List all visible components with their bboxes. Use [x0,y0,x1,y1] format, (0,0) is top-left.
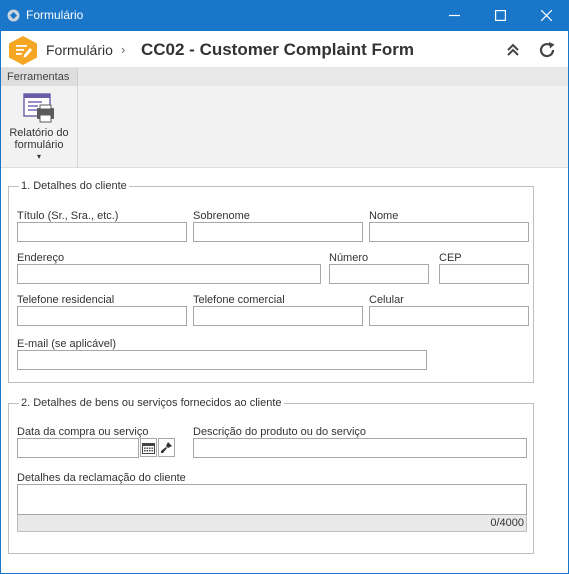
calendar-icon [142,442,155,454]
eraser-brush-icon [161,442,172,453]
maximize-icon [494,10,506,21]
page-title: CC02 - Customer Complaint Form [141,40,414,59]
app-icon [7,9,20,22]
purchase-date-input[interactable] [17,438,139,458]
refresh-icon [539,42,555,58]
zip-label: CEP [439,252,462,264]
title-label: Título (Sr., Sra., etc.) [17,210,119,222]
email-input[interactable] [17,350,427,370]
email-label: E-mail (se aplicável) [17,338,117,350]
form-report-icon [23,93,54,123]
address-input[interactable] [17,264,321,284]
home-phone-input[interactable] [17,306,187,326]
number-label: Número [329,252,369,264]
window-titlebar: Formulário [0,0,569,31]
product-description-label: Descrição do produto ou do serviço [193,426,367,438]
collapse-button[interactable] [502,39,524,61]
mobile-input[interactable] [369,306,529,326]
zip-input[interactable] [439,264,529,284]
mobile-label: Celular [369,294,404,306]
form-header: Formulário › CC02 - Customer Complaint F… [0,31,569,68]
minimize-icon [448,14,460,17]
toolbar-strip: Ferramentas [0,68,569,86]
window-title: Formulário [26,8,84,22]
name-label: Nome [369,210,399,222]
section-2-legend: 2. Detalhes de bens ou serviços fornecid… [19,397,284,409]
tab-ferramentas[interactable]: Ferramentas [0,68,78,86]
surname-label: Sobrenome [193,210,250,222]
refresh-button[interactable] [536,39,558,61]
surname-input[interactable] [193,222,363,242]
complaint-details-textarea[interactable] [17,484,527,515]
complaint-details-label: Detalhes da reclamação do cliente [17,472,186,484]
close-icon [540,10,552,21]
character-counter-bar: 0/4000 [17,515,527,532]
work-phone-label: Telefone comercial [193,294,285,306]
address-label: Endereço [17,252,65,264]
purchase-date-label: Data da compra ou serviço [17,426,149,438]
close-button[interactable] [523,0,569,31]
work-phone-input[interactable] [193,306,363,326]
clear-date-button[interactable] [158,438,175,457]
chevron-down-icon: ▾ [36,152,41,161]
calendar-button[interactable] [140,438,157,457]
breadcrumb-separator: › [121,42,126,57]
home-phone-label: Telefone residencial [17,294,115,306]
ribbon: Relatório do formulário ▾ [0,86,569,168]
form-hex-icon [9,36,37,65]
form-report-label-1: Relatório do [9,127,69,139]
form-report-button[interactable]: Relatório do formulário ▾ [4,91,74,167]
form-report-label-2: formulário [14,139,64,151]
breadcrumb-root[interactable]: Formulário [46,42,113,58]
maximize-button[interactable] [477,0,523,31]
section-1-legend: 1. Detalhes do cliente [19,180,129,192]
collapse-icon [507,43,519,56]
title-input[interactable] [17,222,187,242]
product-description-input[interactable] [193,438,527,458]
name-input[interactable] [369,222,529,242]
ribbon-group: Relatório do formulário ▾ [0,86,78,168]
minimize-button[interactable] [431,0,477,31]
character-counter: 0/4000 [490,517,524,529]
number-input[interactable] [329,264,429,284]
